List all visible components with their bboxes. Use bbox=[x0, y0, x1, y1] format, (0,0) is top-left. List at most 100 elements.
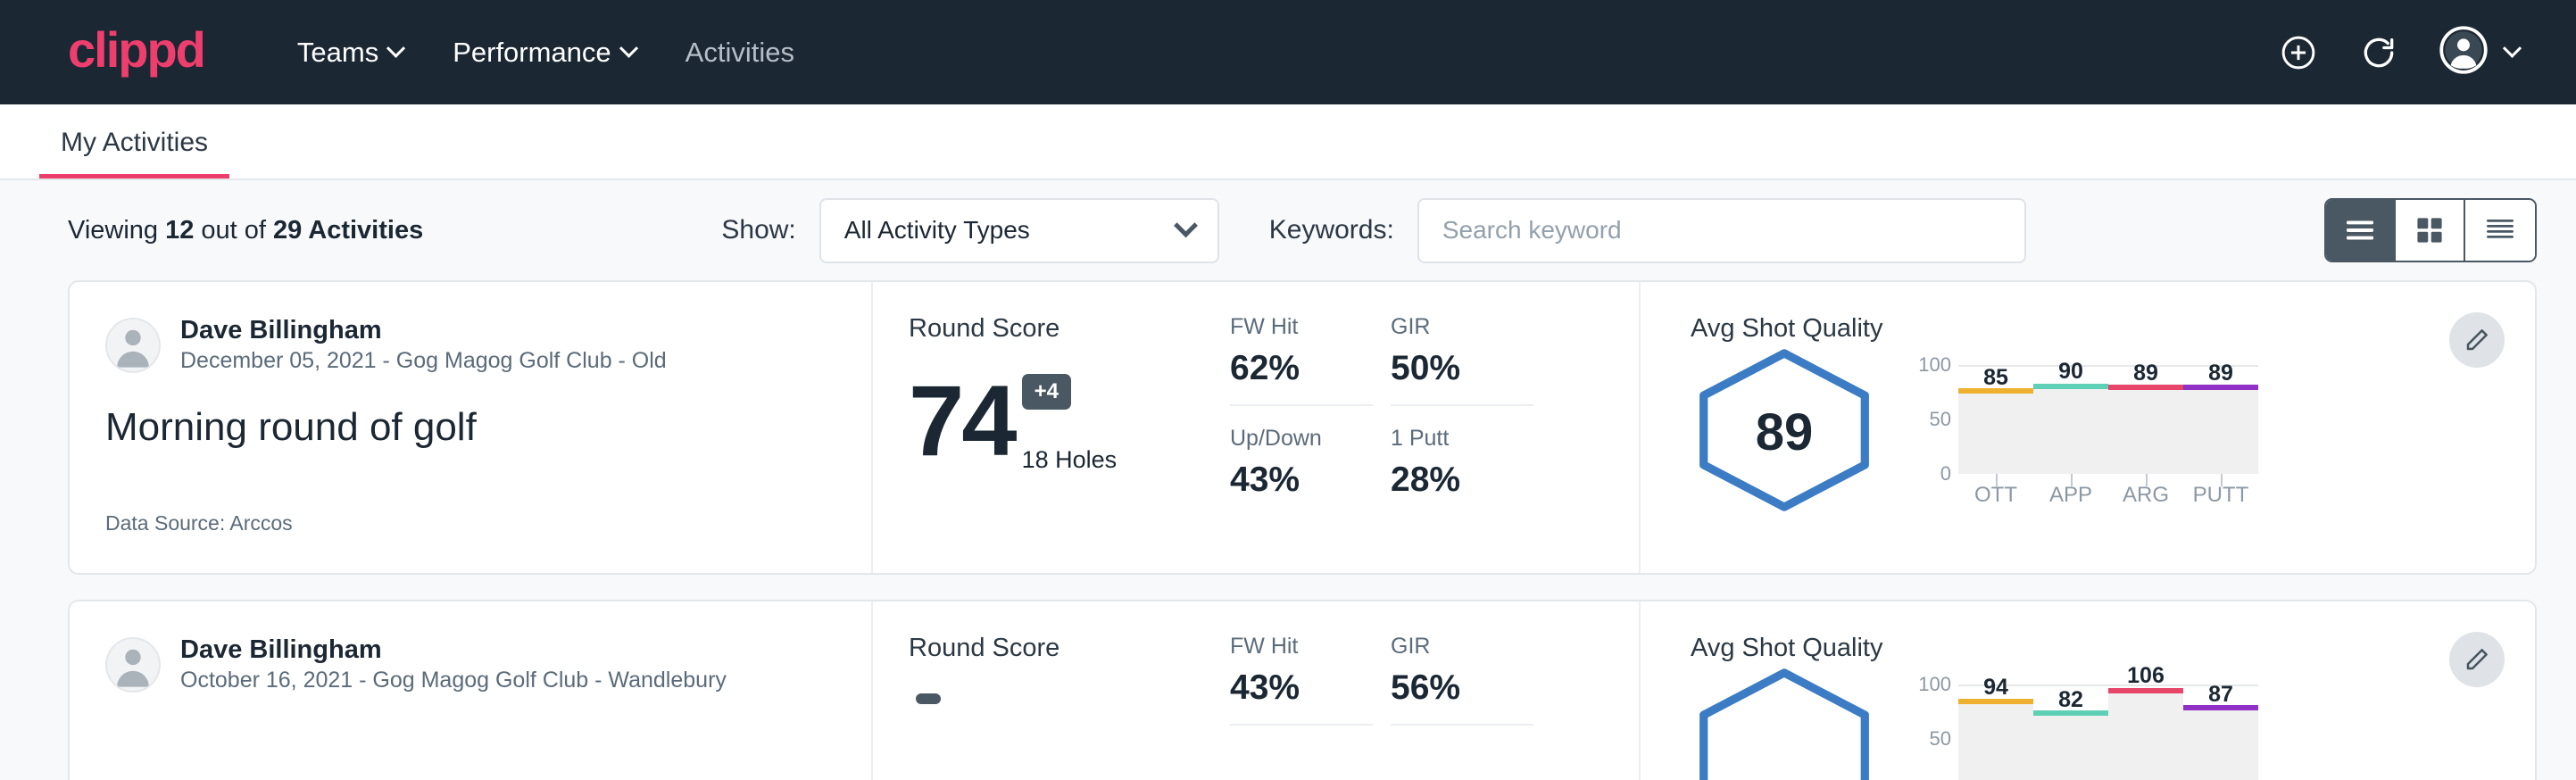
activity-card[interactable]: Dave Billingham October 16, 2021 - Gog M… bbox=[68, 600, 2537, 780]
tab-my-activities[interactable]: My Activities bbox=[39, 128, 229, 178]
activity-user: Dave Billingham December 05, 2021 - Gog … bbox=[105, 314, 835, 377]
bar-arg-value: 106 bbox=[2108, 663, 2183, 689]
account-menu[interactable] bbox=[2439, 26, 2519, 79]
bar-app: 90 bbox=[2033, 365, 2108, 474]
clippd-logo[interactable]: clippd bbox=[68, 25, 204, 80]
show-label: Show: bbox=[721, 215, 795, 245]
x-label-ott: OTT bbox=[1958, 483, 2033, 508]
x-label-app: APP bbox=[2033, 483, 2108, 508]
x-label-arg: ARG bbox=[2108, 483, 2183, 508]
avg-shot-quality-label: Avg Shot Quality bbox=[1691, 634, 2535, 663]
activity-title: Morning round of golf bbox=[105, 405, 835, 450]
bar-app: 82 bbox=[2033, 685, 2108, 780]
detail-view-button[interactable] bbox=[2465, 200, 2535, 261]
activity-card[interactable]: Dave Billingham December 05, 2021 - Gog … bbox=[68, 280, 2537, 575]
stat-gir: GIR 56% bbox=[1391, 634, 1533, 726]
stat-up-down-value: 43% bbox=[1230, 461, 1373, 500]
stat-fw-hit-value: 43% bbox=[1230, 668, 1373, 708]
chevron-down-icon bbox=[619, 39, 638, 58]
bar-app-cap bbox=[2033, 384, 2108, 389]
viewing-summary: Viewing 12 out of 29 Activities bbox=[68, 216, 423, 245]
avg-shot-quality-column: Avg Shot Quality 100 50 0 bbox=[1641, 602, 2535, 780]
edit-activity-button[interactable] bbox=[2449, 312, 2505, 368]
account-avatar-icon bbox=[2439, 26, 2488, 79]
chart-bars: 85 90 bbox=[1958, 365, 2258, 474]
bar-putt: 87 bbox=[2183, 685, 2258, 780]
chart-y-axis: 100 50 0 bbox=[1908, 365, 1958, 474]
stat-gir-value: 56% bbox=[1391, 668, 1533, 708]
grid-view-button[interactable] bbox=[2396, 200, 2465, 261]
activity-user: Dave Billingham October 16, 2021 - Gog M… bbox=[105, 634, 835, 696]
stat-fw-hit-value: 62% bbox=[1230, 349, 1373, 388]
tab-bar: My Activities bbox=[0, 104, 2576, 180]
bar-arg: 89 bbox=[2108, 365, 2183, 474]
chart-plot-area: 94 82 bbox=[1958, 685, 2258, 780]
round-stats-grid: FW Hit 62% GIR 50% Up/Down 43% 1 Putt 28… bbox=[1230, 282, 1641, 573]
chevron-down-icon bbox=[386, 39, 405, 58]
x-label-putt: PUTT bbox=[2183, 483, 2258, 508]
holes-played: 18 Holes bbox=[1022, 446, 1118, 474]
filter-controls: Show: All Activity Types Keywords: bbox=[721, 198, 2025, 263]
quality-hexagon: 89 bbox=[1691, 347, 1878, 518]
avg-shot-quality-label: Avg Shot Quality bbox=[1691, 314, 2535, 344]
round-score-label: Round Score bbox=[909, 314, 1230, 344]
stat-fw-hit: FW Hit 62% bbox=[1230, 314, 1373, 406]
y-tick-50: 50 bbox=[1930, 727, 1951, 751]
refresh-icon[interactable] bbox=[2359, 33, 2398, 72]
viewing-middle: out of bbox=[194, 216, 273, 245]
y-tick-100: 100 bbox=[1918, 353, 1951, 377]
score-differential-badge bbox=[916, 693, 941, 704]
chart-bars: 94 82 bbox=[1958, 685, 2258, 780]
activity-user-name: Dave Billingham bbox=[180, 314, 667, 346]
y-tick-50: 50 bbox=[1930, 408, 1951, 431]
tick-putt bbox=[2221, 474, 2223, 486]
bar-ott-cap bbox=[1958, 699, 2033, 704]
activity-meta: October 16, 2021 - Gog Magog Golf Club -… bbox=[180, 666, 727, 696]
plus-circle-icon[interactable] bbox=[2279, 33, 2318, 72]
stat-gir-value: 50% bbox=[1391, 349, 1533, 388]
stat-one-putt bbox=[1391, 726, 1533, 754]
list-view-button[interactable] bbox=[2326, 200, 2396, 261]
edit-activity-button[interactable] bbox=[2449, 632, 2505, 687]
stat-fw-hit-label: FW Hit bbox=[1230, 314, 1373, 340]
nav-item-teams-label: Teams bbox=[297, 37, 378, 69]
score-differential-badge: +4 bbox=[1022, 374, 1071, 410]
filter-bar: Viewing 12 out of 29 Activities Show: Al… bbox=[0, 180, 2576, 280]
round-score-column: Round Score bbox=[873, 602, 1230, 780]
bar-putt: 89 bbox=[2183, 365, 2258, 474]
nav-item-performance[interactable]: Performance bbox=[428, 22, 660, 83]
top-navbar: clippd Teams Performance Activities bbox=[0, 0, 2576, 104]
round-stats-grid: FW Hit 43% GIR 56% bbox=[1230, 602, 1641, 780]
activity-card-list: Dave Billingham December 05, 2021 - Gog … bbox=[0, 280, 2576, 780]
stat-fw-hit-label: FW Hit bbox=[1230, 634, 1373, 660]
nav-item-activities-label: Activities bbox=[686, 37, 794, 69]
nav-item-activities[interactable]: Activities bbox=[661, 22, 819, 83]
activity-type-select-value: All Activity Types bbox=[844, 216, 1030, 245]
round-score-value: 74 bbox=[909, 374, 1015, 469]
activity-type-select[interactable]: All Activity Types bbox=[819, 198, 1219, 263]
nav-item-teams[interactable]: Teams bbox=[272, 22, 428, 83]
search-input[interactable] bbox=[1417, 198, 2026, 263]
bar-arg-cap bbox=[2108, 688, 2183, 693]
round-score-column: Round Score 74 +4 18 Holes bbox=[873, 282, 1230, 573]
chart-y-axis: 100 50 0 bbox=[1908, 685, 1958, 780]
bar-ott-cap bbox=[1958, 388, 2033, 394]
bar-putt-cap bbox=[2183, 385, 2258, 390]
primary-nav: Teams Performance Activities bbox=[272, 22, 819, 83]
quality-score-value bbox=[1691, 667, 1878, 780]
nav-item-performance-label: Performance bbox=[453, 37, 611, 69]
bar-putt-value: 89 bbox=[2183, 361, 2258, 386]
keywords-label: Keywords: bbox=[1269, 215, 1394, 245]
stat-up-down-label: Up/Down bbox=[1230, 426, 1373, 452]
shot-quality-bar-chart: 100 50 0 85 bbox=[1878, 347, 2535, 508]
viewing-prefix: Viewing bbox=[68, 216, 165, 245]
avatar bbox=[105, 637, 161, 693]
round-score-value-row: 74 +4 18 Holes bbox=[909, 374, 1230, 474]
round-score-label: Round Score bbox=[909, 634, 1230, 663]
stat-gir-label: GIR bbox=[1391, 314, 1533, 340]
chart-plot-area: 85 90 bbox=[1958, 365, 2258, 474]
chart-x-labels: OTT APP ARG PUTT bbox=[1958, 483, 2258, 508]
view-mode-toggle bbox=[2324, 198, 2537, 262]
stat-gir-label: GIR bbox=[1391, 634, 1533, 660]
bar-app-cap bbox=[2033, 710, 2108, 716]
